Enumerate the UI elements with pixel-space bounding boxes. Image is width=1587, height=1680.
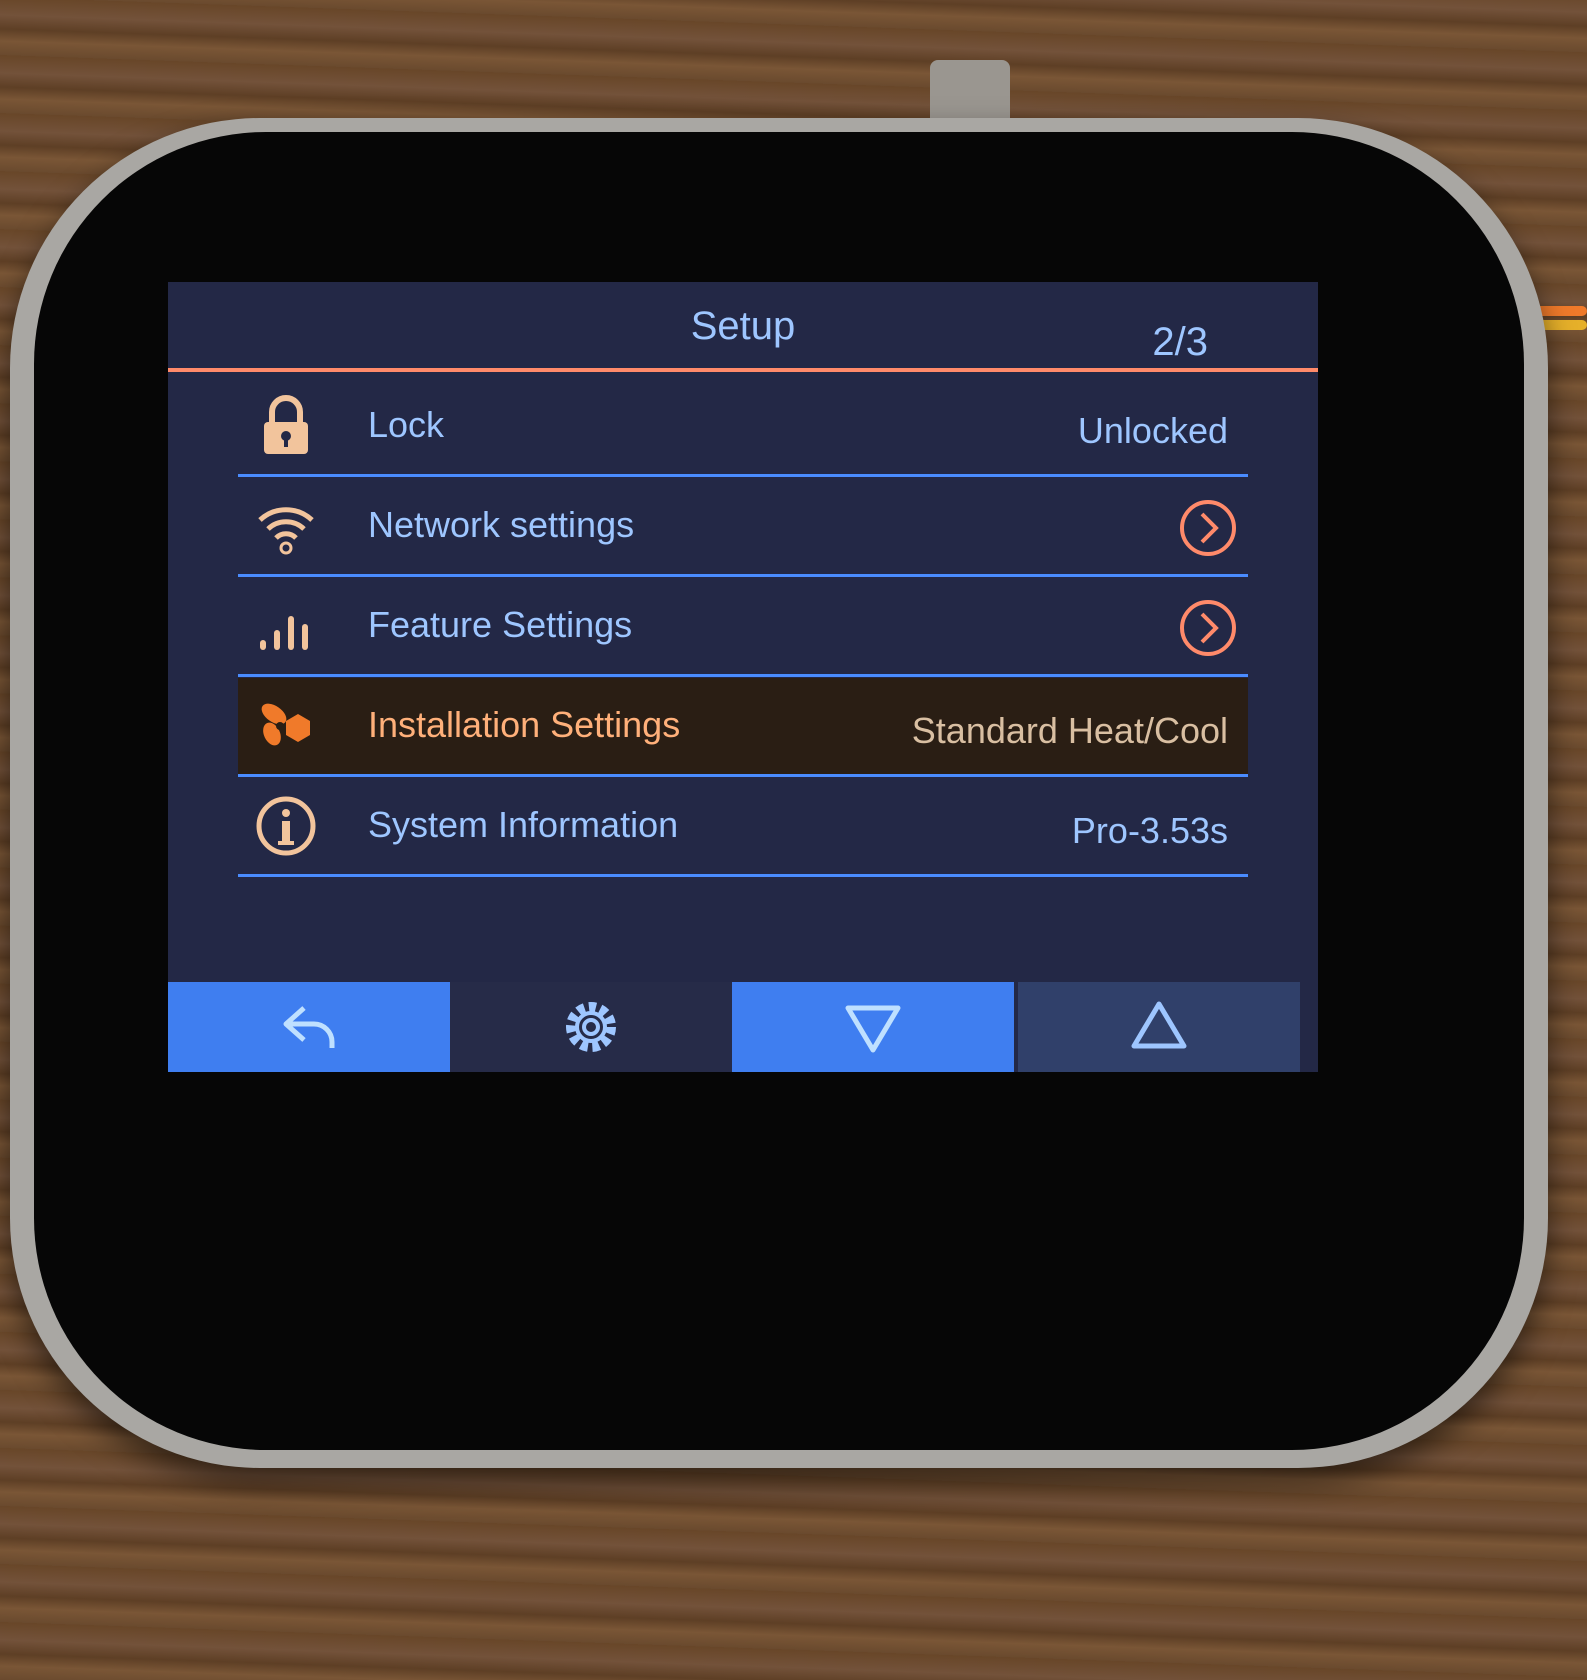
system-information-value: Pro-3.53s: [1071, 810, 1228, 851]
system-information-row[interactable]: System Information Pro-3.53s: [238, 778, 1248, 877]
system-information-label: System Information: [368, 804, 679, 845]
wifi-icon: [258, 507, 314, 555]
settings-button[interactable]: [450, 982, 732, 1072]
lock-icon: [264, 395, 308, 454]
header-divider: [168, 368, 1318, 372]
installation-settings-row[interactable]: Installation Settings Standard Heat/Cool: [238, 678, 1248, 777]
scroll-up-button[interactable]: [1018, 982, 1300, 1072]
network-settings-row[interactable]: Network settings: [238, 478, 1248, 577]
lock-label: Lock: [368, 404, 445, 445]
page-title: Setup: [690, 304, 796, 348]
info-icon: [256, 796, 316, 856]
signal-bars-icon: [260, 616, 308, 650]
back-button[interactable]: [168, 982, 450, 1072]
network-settings-label: Network settings: [368, 504, 635, 545]
chevron-right-icon[interactable]: [1178, 598, 1238, 658]
screen-header: Setup 2/3: [168, 282, 1318, 372]
gear-icon: [566, 1002, 616, 1052]
triangle-up-icon: [1131, 1001, 1187, 1049]
feature-settings-label: Feature Settings: [368, 604, 633, 645]
scroll-down-button[interactable]: [732, 982, 1014, 1072]
feature-settings-row[interactable]: Feature Settings: [238, 578, 1248, 677]
lock-value: Unlocked: [1077, 410, 1228, 451]
back-arrow-icon: [283, 1006, 335, 1048]
chevron-right-icon[interactable]: [1178, 498, 1238, 558]
bottom-nav-bar: [168, 982, 1318, 1072]
fan-icon: [261, 703, 310, 746]
lock-row[interactable]: Lock Unlocked: [238, 378, 1248, 477]
installation-settings-label: Installation Settings: [368, 704, 681, 745]
triangle-down-icon: [845, 1005, 901, 1053]
page-indicator: 2/3: [1152, 320, 1208, 364]
installation-settings-value: Standard Heat/Cool: [911, 710, 1228, 751]
setup-screen: Setup 2/3 Lock Unlocked Network settings: [168, 282, 1318, 1072]
